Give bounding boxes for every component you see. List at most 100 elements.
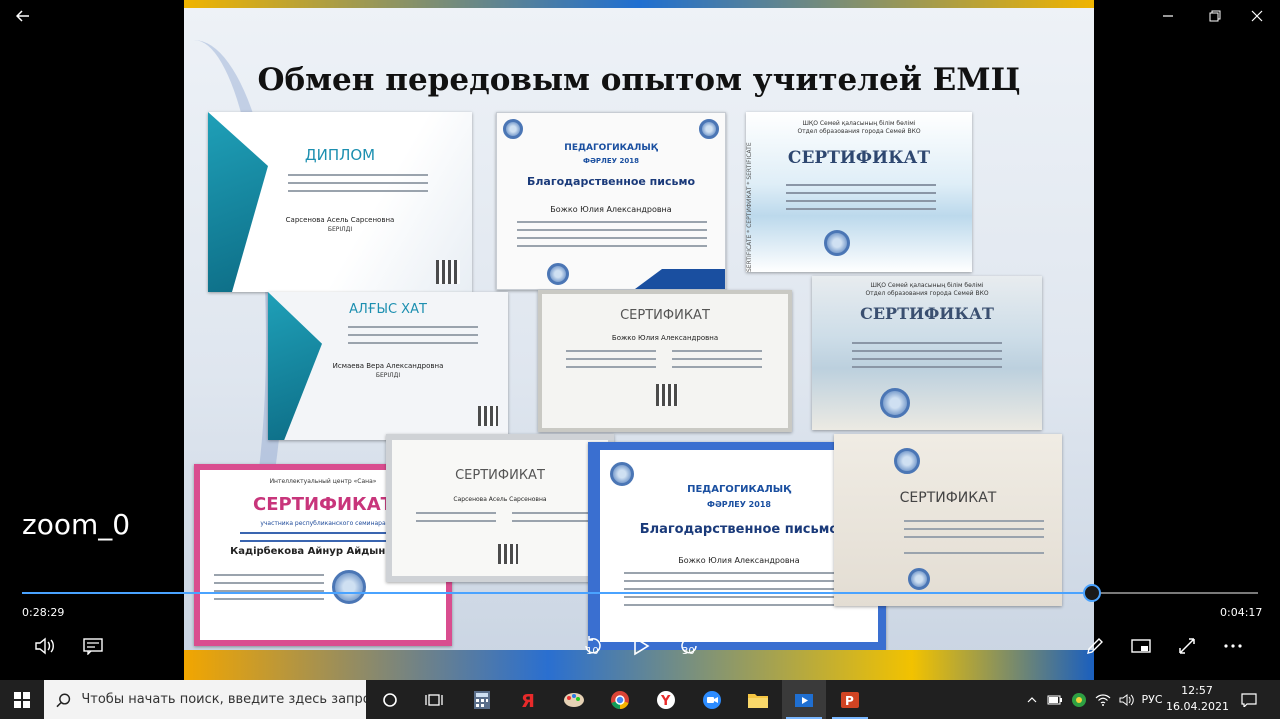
cert-brand: ПЕДАГОГИКАЛЫҚ [564,143,658,153]
yandex-app[interactable]: Y [644,680,688,719]
certificate-semey-2: ШҚО Семей қаласының білім бөлімі Отдел о… [812,276,1042,430]
qr-code [478,406,498,426]
clock-date: 16.04.2021 [1166,700,1229,713]
cert-heading: СЕРТИФИКАТ [860,304,994,323]
skip-back-seconds: 10 [586,646,599,657]
cert-sub: БЕРІЛДІ [375,372,401,379]
task-view-button[interactable] [412,680,456,719]
taskbar-search[interactable]: Чтобы начать поиск, введите здесь запрос [44,680,366,719]
close-icon [1251,10,1263,22]
cert-heading: ДИПЛОМ [304,146,376,164]
play-button[interactable] [626,632,656,660]
certificate-misc: СЕРТИФИКАТ [834,434,1062,606]
cert-heading: СЕРТИФИКАТ [455,468,545,483]
emblem-icon [610,462,634,486]
yandex-y-icon: Y [657,690,675,709]
play-icon [634,636,650,656]
stamp-icon [880,388,910,418]
stamp-icon [908,568,930,590]
movies-tv-icon [795,693,813,707]
cert-name: Сарсенова Асель Сарсеновна [285,216,395,224]
more-icon [1224,644,1242,648]
clock-time: 12:57 [1181,684,1213,697]
seek-bar-fill [22,592,1093,594]
zoom-app[interactable] [690,680,734,719]
captions-button[interactable] [78,632,108,660]
qr-code [656,384,678,406]
chrome-icon [611,690,629,709]
certificate-semey: SERTIFICATE * СЕРТИФИКАТ * SERTIFICATE Ш… [746,112,972,272]
svg-text:P: P [845,694,854,708]
participant-name: zoom_0 [22,508,131,541]
skip-forward-seconds: 30 [682,646,695,657]
calculator-app[interactable] [460,680,504,719]
cert-heading: АЛҒЫС ХАТ [349,302,427,317]
stamp-icon [332,570,366,604]
cert-top: ШҚО Семей қаласының білім бөлімі [802,120,916,127]
file-explorer-app[interactable] [736,680,780,719]
task-view-icon [425,693,443,706]
qr-code [498,544,518,564]
search-icon [56,693,71,707]
seek-bar[interactable] [22,584,1258,602]
close-button[interactable] [1234,0,1280,32]
fullscreen-icon [1179,638,1195,654]
skip-forward-button[interactable]: 30 [674,632,704,660]
folder-icon [748,693,768,708]
restore-button[interactable] [1192,0,1238,32]
stamp-icon [547,263,569,285]
tray-volume[interactable] [1116,680,1138,719]
emblem-icon [503,119,523,139]
certificate-nis-2: СЕРТИФИКАТ Сарсенова Асель Сарсеновна [386,434,614,582]
powerpoint-app[interactable]: P [828,680,872,719]
cert-side-text: SERTIFICATE * СЕРТИФИКАТ * SERTIFICATE [746,142,753,272]
show-hidden-icons-button[interactable] [1022,680,1042,719]
cert-name: Сарсенова Асель Сарсеновна [453,496,547,503]
wifi-icon [1095,693,1111,706]
svg-text:Y: Y [660,694,671,709]
cert-name: Исмаева Вера Александровна [332,362,444,370]
stamp-icon [824,230,850,256]
start-button[interactable] [0,680,44,719]
minimize-button[interactable] [1145,0,1191,32]
minimize-icon [1163,15,1173,17]
paint-app[interactable] [552,680,596,719]
cert-heading: СЕРТИФИКАТ [620,308,710,323]
tray-battery[interactable] [1044,680,1066,719]
emblem-icon [894,448,920,474]
cert-sub: БЕРІЛДІ [327,226,353,233]
cert-top2: Отдел образования города Семей ВКО [797,128,921,135]
input-language[interactable]: РУС [1138,680,1166,719]
svg-text:Я: Я [521,691,535,710]
search-placeholder: Чтобы начать поиск, введите здесь запрос [81,692,366,707]
more-options-button[interactable] [1218,632,1248,660]
notifications-button[interactable] [1234,680,1264,719]
cert-heading: СЕРТИФИКАТ [787,148,931,168]
cortana-button[interactable] [368,680,412,719]
fullscreen-button[interactable] [1172,632,1202,660]
elapsed-time: 0:28:29 [22,606,65,619]
skip-back-button[interactable]: 10 [578,632,608,660]
tray-wifi[interactable] [1092,680,1114,719]
calculator-icon [474,690,490,709]
video-frame[interactable]: Обмен передовым опытом учителей ЕМЦ ДИПЛ… [184,0,1094,680]
windows-icon [14,691,30,708]
volume-button[interactable] [30,632,60,660]
back-button[interactable] [0,0,46,32]
edit-button[interactable] [1080,632,1110,660]
paint-icon [564,692,584,707]
chevron-up-icon [1027,696,1037,702]
chrome-app[interactable] [598,680,642,719]
mini-view-button[interactable] [1126,632,1156,660]
taskbar-clock[interactable]: 12:57 16.04.2021 [1166,683,1229,715]
cert-name: Божко Юлия Александровна [550,205,672,214]
seek-bar-thumb[interactable] [1083,584,1102,602]
yandex-icon: Я [521,691,535,710]
taskbar: Чтобы начать поиск, введите здесь запрос… [0,680,1280,719]
cert-heading: СЕРТИФИКАТ [899,490,997,506]
tray-app-icon[interactable] [1068,680,1090,719]
volume-icon [35,637,54,655]
movies-tv-app[interactable] [782,680,826,719]
cert-year: ФӘРЛЕУ 2018 [583,157,639,165]
yandex-browser-app[interactable]: Я [506,680,550,719]
